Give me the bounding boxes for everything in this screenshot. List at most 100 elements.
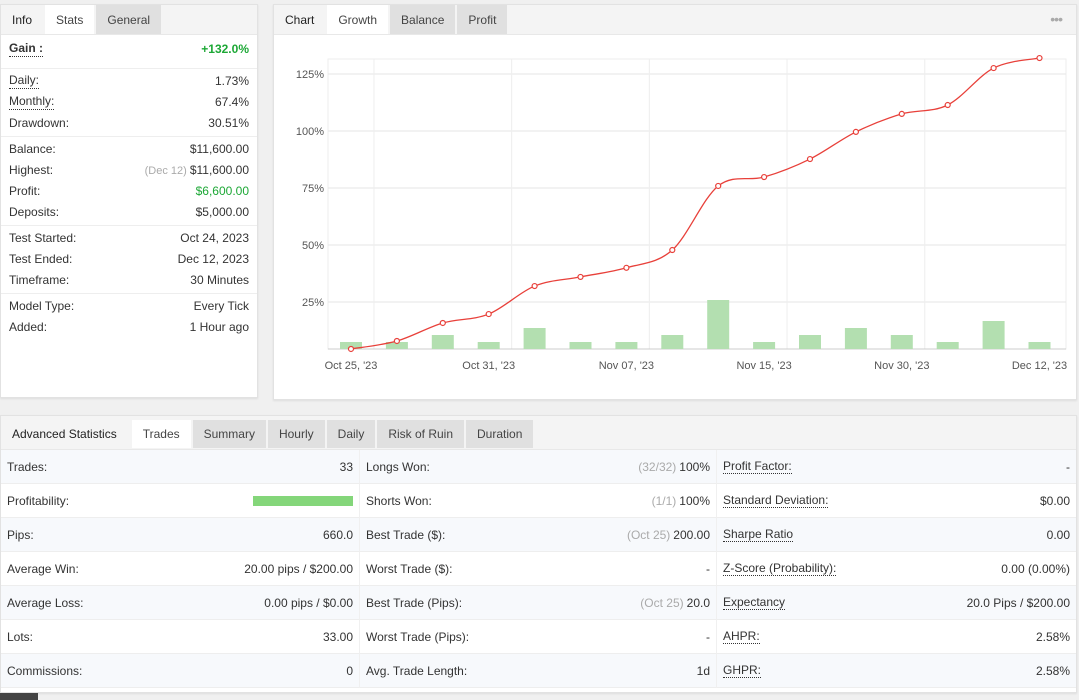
growth-point[interactable] <box>439 319 446 327</box>
tab-duration[interactable]: Duration <box>466 420 534 448</box>
stat-value-wrap <box>253 495 353 506</box>
gain-label[interactable]: Gain : <box>9 41 44 57</box>
stat-label: Best Trade ($): <box>366 527 446 542</box>
growth-point[interactable] <box>990 64 997 72</box>
stat-label[interactable]: Sharpe Ratio <box>723 527 794 542</box>
stat-value-wrap: $11,600.00 <box>190 139 249 160</box>
stat-value: 30.51% <box>208 116 249 130</box>
trade-bar <box>844 328 867 349</box>
growth-point[interactable] <box>623 264 630 271</box>
stat-cell: Best Trade (Pips): (Oct 25) 20.0 <box>359 586 716 620</box>
stat-cell: Lots: 33.00 <box>1 620 359 654</box>
stat-value-wrap: Every Tick <box>194 296 249 317</box>
stat-label[interactable]: Monthly: <box>9 94 55 110</box>
stat-row: Deposits: $5,000.00 <box>1 202 257 223</box>
stat-value: 660.0 <box>322 527 353 542</box>
tab-stats[interactable]: Stats <box>45 5 95 34</box>
stat-label[interactable]: Profit Factor: <box>723 459 792 474</box>
tab-balance[interactable]: Balance <box>390 5 456 34</box>
stat-value: 200.00 <box>673 527 710 542</box>
stat-cell: Trades: 33 <box>1 450 359 484</box>
stat-value: 33 <box>339 459 353 474</box>
stat-value-wrap: 2.58% <box>1036 630 1070 644</box>
growth-point[interactable] <box>577 273 584 281</box>
stat-cell: Worst Trade ($): - <box>359 552 716 586</box>
stat-value: $11,600.00 <box>189 163 249 177</box>
growth-point[interactable] <box>347 345 355 353</box>
stat-value-wrap: 1.73% <box>215 71 249 92</box>
stat-label: Test Ended: <box>9 252 73 266</box>
growth-point[interactable] <box>715 182 722 190</box>
stat-label[interactable]: AHPR: <box>723 629 760 644</box>
growth-point[interactable] <box>852 128 860 136</box>
stat-value: 0.00 (0.00%) <box>1001 561 1070 576</box>
growth-point[interactable] <box>944 101 951 109</box>
stat-value: $6,600.00 <box>195 184 249 198</box>
growth-point[interactable] <box>1036 54 1043 62</box>
chart-panel: Chart Growth Balance Profit ••• 25% 50% 75… <box>273 4 1077 400</box>
stat-value-wrap: 2.58% <box>1036 664 1070 678</box>
growth-point[interactable] <box>393 337 401 345</box>
trade-bar <box>477 342 500 349</box>
stat-row: Monthly: 67.4% <box>1 92 257 113</box>
stat-row: Timeframe: 30 Minutes <box>1 270 257 291</box>
stat-cell: Profitability: <box>1 484 359 518</box>
growth-point[interactable] <box>485 310 492 318</box>
stat-label[interactable]: GHPR: <box>723 663 762 678</box>
stat-row: Test Started: Oct 24, 2023 <box>1 228 257 249</box>
scroll-handle[interactable] <box>0 693 38 700</box>
stat-value-wrap: (Oct 25) 20.0 <box>640 596 710 610</box>
stat-value-wrap: 33 <box>340 460 353 474</box>
stat-value: 20.0 <box>686 595 710 610</box>
stat-label[interactable]: Standard Deviation: <box>723 493 829 508</box>
trade-bar <box>753 342 776 349</box>
stat-value: 30 Minutes <box>190 273 249 287</box>
y-tick-label: 100% <box>296 126 324 138</box>
profitability-bar <box>253 495 353 506</box>
growth-point[interactable] <box>898 110 905 118</box>
tab-chart[interactable]: Chart <box>274 5 326 34</box>
tab-growth[interactable]: Growth <box>327 5 389 34</box>
tab-info[interactable]: Info <box>1 5 44 34</box>
stat-label[interactable]: Z-Score (Probability): <box>723 561 837 576</box>
stat-label: Timeframe: <box>9 273 70 287</box>
tab-risk-of-ruin[interactable]: Risk of Ruin <box>377 420 465 448</box>
growth-point[interactable] <box>761 173 768 181</box>
tab-profit[interactable]: Profit <box>457 5 508 34</box>
stat-value-wrap: $6,600.00 <box>196 181 249 202</box>
trade-bar <box>936 342 959 349</box>
x-tick-label: Nov 07, '23 <box>599 360 654 372</box>
growth-point[interactable] <box>806 155 814 163</box>
stat-value: 100% <box>679 493 710 508</box>
stats-tabs: Info Stats General <box>1 5 257 35</box>
stat-label: Profit: <box>9 184 41 198</box>
stat-value: 100% <box>679 459 710 474</box>
stat-cell: Profit Factor: - <box>716 450 1076 484</box>
tab-general[interactable]: General <box>96 5 162 34</box>
more-menu-icon[interactable]: ••• <box>1050 11 1063 27</box>
stat-label: Worst Trade (Pips): <box>366 629 470 644</box>
trade-bar <box>707 300 730 349</box>
stat-label: Model Type: <box>9 299 75 313</box>
stat-value: 1d <box>696 663 710 678</box>
stat-label: Best Trade (Pips): <box>366 595 463 610</box>
stat-note: (Oct 25) <box>626 527 671 542</box>
x-tick-label: Oct 25, '23 <box>325 360 378 372</box>
stat-value: 2.58% <box>1035 663 1070 678</box>
growth-point[interactable] <box>669 246 676 254</box>
stat-value-wrap: 0.00 (0.00%) <box>1001 562 1070 576</box>
stat-label[interactable]: Daily: <box>9 73 40 89</box>
tab-hourly[interactable]: Hourly <box>267 420 325 448</box>
tab-summary[interactable]: Summary <box>192 420 266 448</box>
stat-cell: Average Loss: 0.00 pips / $0.00 <box>1 586 359 620</box>
growth-point[interactable] <box>531 282 538 290</box>
stat-cell: Commissions: 0 <box>1 654 359 688</box>
stat-cell: GHPR: 2.58% <box>716 654 1076 688</box>
tab-trades[interactable]: Trades <box>131 420 191 448</box>
stat-row: Test Ended: Dec 12, 2023 <box>1 249 257 270</box>
tab-daily[interactable]: Daily <box>326 420 376 448</box>
stat-label[interactable]: Expectancy <box>723 595 786 610</box>
stat-label: Pips: <box>7 527 34 542</box>
stat-row: Balance: $11,600.00 <box>1 139 257 160</box>
stat-label: Highest: <box>9 163 54 177</box>
